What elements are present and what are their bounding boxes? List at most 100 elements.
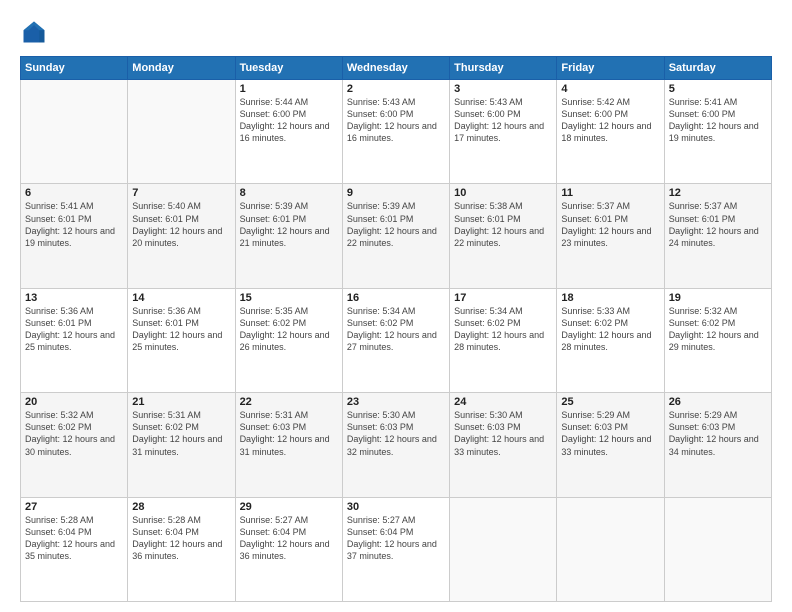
- day-info: Sunrise: 5:28 AMSunset: 6:04 PMDaylight:…: [25, 514, 123, 563]
- day-info: Sunrise: 5:36 AMSunset: 6:01 PMDaylight:…: [25, 305, 123, 354]
- calendar-cell: 28Sunrise: 5:28 AMSunset: 6:04 PMDayligh…: [128, 497, 235, 601]
- calendar-cell: [664, 497, 771, 601]
- calendar-cell: 25Sunrise: 5:29 AMSunset: 6:03 PMDayligh…: [557, 393, 664, 497]
- week-row-1: 1Sunrise: 5:44 AMSunset: 6:00 PMDaylight…: [21, 80, 772, 184]
- day-number: 3: [454, 83, 552, 95]
- calendar-cell: 2Sunrise: 5:43 AMSunset: 6:00 PMDaylight…: [342, 80, 449, 184]
- day-info: Sunrise: 5:27 AMSunset: 6:04 PMDaylight:…: [347, 514, 445, 563]
- day-number: 2: [347, 83, 445, 95]
- day-number: 20: [25, 396, 123, 408]
- day-number: 10: [454, 187, 552, 199]
- calendar-cell: 12Sunrise: 5:37 AMSunset: 6:01 PMDayligh…: [664, 184, 771, 288]
- day-number: 28: [132, 501, 230, 513]
- weekday-header-thursday: Thursday: [450, 57, 557, 80]
- day-info: Sunrise: 5:38 AMSunset: 6:01 PMDaylight:…: [454, 200, 552, 249]
- calendar-cell: 16Sunrise: 5:34 AMSunset: 6:02 PMDayligh…: [342, 288, 449, 392]
- week-row-3: 13Sunrise: 5:36 AMSunset: 6:01 PMDayligh…: [21, 288, 772, 392]
- calendar-cell: 22Sunrise: 5:31 AMSunset: 6:03 PMDayligh…: [235, 393, 342, 497]
- calendar-cell: 8Sunrise: 5:39 AMSunset: 6:01 PMDaylight…: [235, 184, 342, 288]
- day-number: 12: [669, 187, 767, 199]
- weekday-header-wednesday: Wednesday: [342, 57, 449, 80]
- day-info: Sunrise: 5:43 AMSunset: 6:00 PMDaylight:…: [347, 96, 445, 145]
- day-info: Sunrise: 5:32 AMSunset: 6:02 PMDaylight:…: [25, 409, 123, 458]
- calendar-cell: 20Sunrise: 5:32 AMSunset: 6:02 PMDayligh…: [21, 393, 128, 497]
- day-number: 30: [347, 501, 445, 513]
- calendar-cell: 5Sunrise: 5:41 AMSunset: 6:00 PMDaylight…: [664, 80, 771, 184]
- day-info: Sunrise: 5:30 AMSunset: 6:03 PMDaylight:…: [347, 409, 445, 458]
- day-number: 13: [25, 292, 123, 304]
- calendar-header: SundayMondayTuesdayWednesdayThursdayFrid…: [21, 57, 772, 80]
- logo: [20, 18, 52, 46]
- weekday-header-tuesday: Tuesday: [235, 57, 342, 80]
- day-info: Sunrise: 5:34 AMSunset: 6:02 PMDaylight:…: [454, 305, 552, 354]
- day-info: Sunrise: 5:35 AMSunset: 6:02 PMDaylight:…: [240, 305, 338, 354]
- day-number: 14: [132, 292, 230, 304]
- day-number: 15: [240, 292, 338, 304]
- weekday-header-sunday: Sunday: [21, 57, 128, 80]
- header: [20, 18, 772, 46]
- day-number: 24: [454, 396, 552, 408]
- day-info: Sunrise: 5:40 AMSunset: 6:01 PMDaylight:…: [132, 200, 230, 249]
- calendar-cell: 19Sunrise: 5:32 AMSunset: 6:02 PMDayligh…: [664, 288, 771, 392]
- day-number: 21: [132, 396, 230, 408]
- calendar-cell: 13Sunrise: 5:36 AMSunset: 6:01 PMDayligh…: [21, 288, 128, 392]
- calendar-cell: 23Sunrise: 5:30 AMSunset: 6:03 PMDayligh…: [342, 393, 449, 497]
- day-number: 5: [669, 83, 767, 95]
- page: SundayMondayTuesdayWednesdayThursdayFrid…: [0, 0, 792, 612]
- day-info: Sunrise: 5:39 AMSunset: 6:01 PMDaylight:…: [240, 200, 338, 249]
- calendar-cell: 26Sunrise: 5:29 AMSunset: 6:03 PMDayligh…: [664, 393, 771, 497]
- weekday-header-monday: Monday: [128, 57, 235, 80]
- day-number: 22: [240, 396, 338, 408]
- day-info: Sunrise: 5:32 AMSunset: 6:02 PMDaylight:…: [669, 305, 767, 354]
- day-number: 4: [561, 83, 659, 95]
- day-number: 16: [347, 292, 445, 304]
- day-info: Sunrise: 5:43 AMSunset: 6:00 PMDaylight:…: [454, 96, 552, 145]
- day-number: 8: [240, 187, 338, 199]
- calendar-cell: 14Sunrise: 5:36 AMSunset: 6:01 PMDayligh…: [128, 288, 235, 392]
- day-info: Sunrise: 5:28 AMSunset: 6:04 PMDaylight:…: [132, 514, 230, 563]
- calendar-cell: 24Sunrise: 5:30 AMSunset: 6:03 PMDayligh…: [450, 393, 557, 497]
- calendar-cell: [128, 80, 235, 184]
- day-info: Sunrise: 5:41 AMSunset: 6:00 PMDaylight:…: [669, 96, 767, 145]
- day-info: Sunrise: 5:33 AMSunset: 6:02 PMDaylight:…: [561, 305, 659, 354]
- calendar-cell: 7Sunrise: 5:40 AMSunset: 6:01 PMDaylight…: [128, 184, 235, 288]
- calendar-cell: 21Sunrise: 5:31 AMSunset: 6:02 PMDayligh…: [128, 393, 235, 497]
- calendar-cell: [21, 80, 128, 184]
- weekday-header-row: SundayMondayTuesdayWednesdayThursdayFrid…: [21, 57, 772, 80]
- calendar-cell: 15Sunrise: 5:35 AMSunset: 6:02 PMDayligh…: [235, 288, 342, 392]
- day-number: 23: [347, 396, 445, 408]
- day-number: 1: [240, 83, 338, 95]
- day-info: Sunrise: 5:37 AMSunset: 6:01 PMDaylight:…: [561, 200, 659, 249]
- calendar-cell: 10Sunrise: 5:38 AMSunset: 6:01 PMDayligh…: [450, 184, 557, 288]
- week-row-4: 20Sunrise: 5:32 AMSunset: 6:02 PMDayligh…: [21, 393, 772, 497]
- day-number: 17: [454, 292, 552, 304]
- day-number: 18: [561, 292, 659, 304]
- calendar-cell: 30Sunrise: 5:27 AMSunset: 6:04 PMDayligh…: [342, 497, 449, 601]
- day-info: Sunrise: 5:31 AMSunset: 6:02 PMDaylight:…: [132, 409, 230, 458]
- day-info: Sunrise: 5:44 AMSunset: 6:00 PMDaylight:…: [240, 96, 338, 145]
- day-number: 25: [561, 396, 659, 408]
- day-number: 9: [347, 187, 445, 199]
- calendar-table: SundayMondayTuesdayWednesdayThursdayFrid…: [20, 56, 772, 602]
- calendar-cell: 4Sunrise: 5:42 AMSunset: 6:00 PMDaylight…: [557, 80, 664, 184]
- day-number: 6: [25, 187, 123, 199]
- day-info: Sunrise: 5:42 AMSunset: 6:00 PMDaylight:…: [561, 96, 659, 145]
- weekday-header-friday: Friday: [557, 57, 664, 80]
- logo-icon: [20, 18, 48, 46]
- day-info: Sunrise: 5:37 AMSunset: 6:01 PMDaylight:…: [669, 200, 767, 249]
- week-row-2: 6Sunrise: 5:41 AMSunset: 6:01 PMDaylight…: [21, 184, 772, 288]
- day-info: Sunrise: 5:30 AMSunset: 6:03 PMDaylight:…: [454, 409, 552, 458]
- day-number: 7: [132, 187, 230, 199]
- day-number: 11: [561, 187, 659, 199]
- weekday-header-saturday: Saturday: [664, 57, 771, 80]
- calendar-cell: 11Sunrise: 5:37 AMSunset: 6:01 PMDayligh…: [557, 184, 664, 288]
- calendar-cell: 3Sunrise: 5:43 AMSunset: 6:00 PMDaylight…: [450, 80, 557, 184]
- calendar-cell: 1Sunrise: 5:44 AMSunset: 6:00 PMDaylight…: [235, 80, 342, 184]
- calendar-cell: 9Sunrise: 5:39 AMSunset: 6:01 PMDaylight…: [342, 184, 449, 288]
- calendar-cell: 29Sunrise: 5:27 AMSunset: 6:04 PMDayligh…: [235, 497, 342, 601]
- day-info: Sunrise: 5:31 AMSunset: 6:03 PMDaylight:…: [240, 409, 338, 458]
- calendar-cell: 18Sunrise: 5:33 AMSunset: 6:02 PMDayligh…: [557, 288, 664, 392]
- day-info: Sunrise: 5:34 AMSunset: 6:02 PMDaylight:…: [347, 305, 445, 354]
- day-info: Sunrise: 5:27 AMSunset: 6:04 PMDaylight:…: [240, 514, 338, 563]
- day-number: 27: [25, 501, 123, 513]
